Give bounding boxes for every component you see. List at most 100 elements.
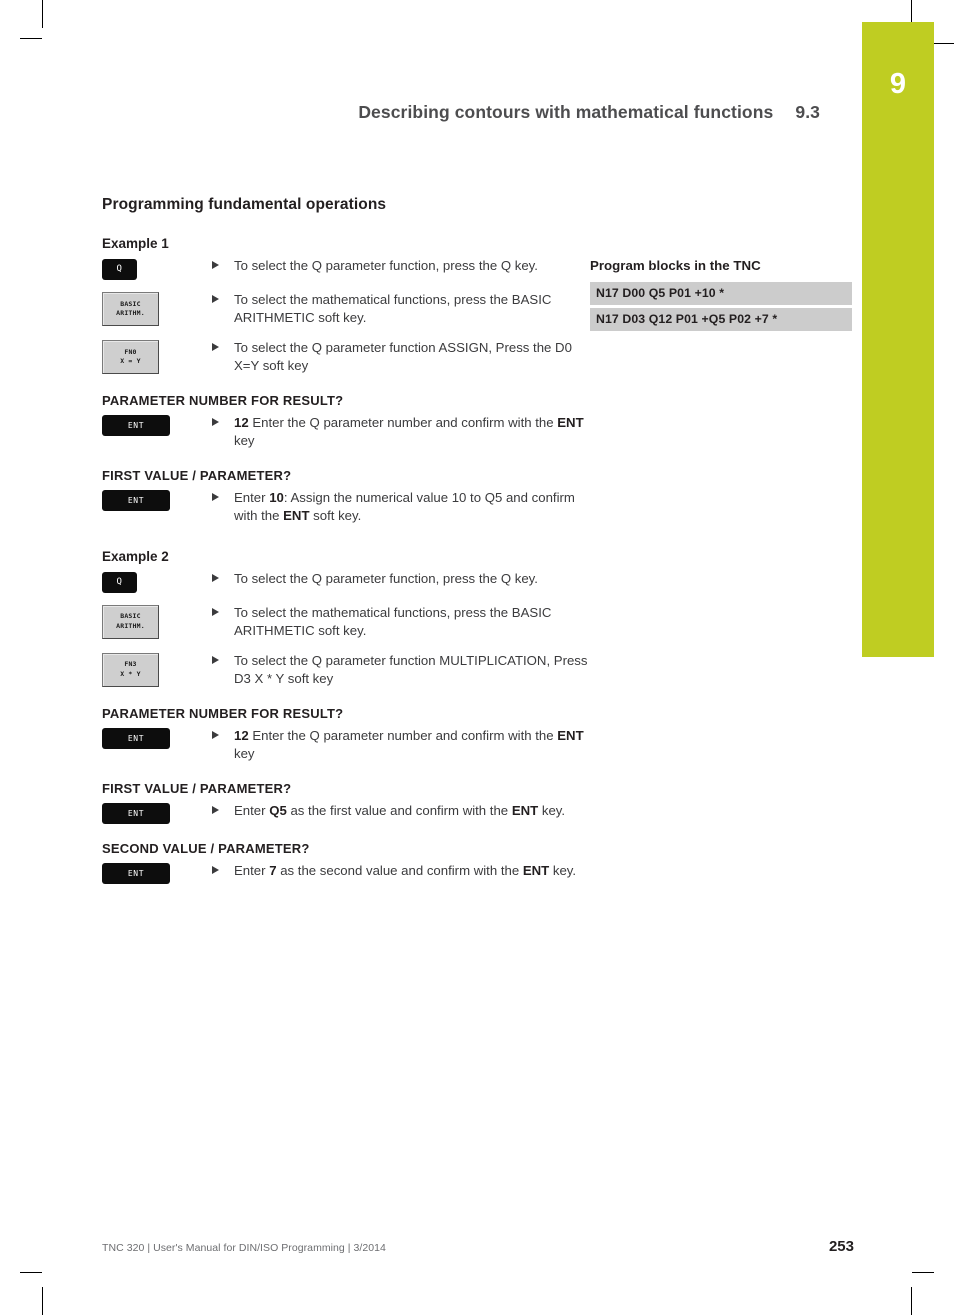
emphasis-text: 10 [269,489,284,505]
hardkey-ent[interactable]: ENT [102,489,170,511]
softkey-line-1: FN3 [124,660,137,669]
plain-text: key. [549,862,577,878]
running-head-section: 9.3 [795,102,820,122]
dialog-prompt: PARAMETER NUMBER FOR RESULT? [102,392,344,408]
key-col: FN0 X = Y [102,339,212,374]
program-blocks-title: Program blocks in the TNC [590,258,761,273]
bullet-triangle-icon [212,342,219,351]
bullet-triangle-icon [212,295,219,303]
bullet-col [212,604,234,616]
plain-text: Enter [234,489,270,505]
hardkey-q[interactable]: Q [102,571,137,593]
key-col: ENT [102,414,212,436]
plain-text: Enter the Q parameter number and confirm… [248,414,558,430]
dialog-row: ENT 12 Enter the Q parameter number and c… [102,727,854,764]
softkey-line-2: X * Y [120,669,141,678]
bullet-triangle-icon [212,805,219,814]
hardkey-ent[interactable]: ENT [102,727,170,749]
hardkey-q[interactable]: Q [102,259,137,280]
plain-text: Enter the Q parameter number and confirm… [248,727,558,743]
key-col: BASIC ARITHM. [102,604,212,639]
step-row: Q To select the Q parameter function, pre… [102,570,854,593]
program-block-row: N17 D00 Q5 P01 +10 * [590,282,852,305]
bullet-triangle-icon [212,607,219,616]
bullet-triangle-icon [212,730,219,739]
dialog-text: Enter 10: Assign the numerical value 10 … [234,489,589,526]
hardkey-ent[interactable]: ENT [102,862,170,884]
softkey-line-1: BASIC [120,299,141,308]
softkey-line-1: BASIC [120,612,141,621]
step-text: To select the Q parameter function, pres… [234,258,538,273]
plain-text: Enter [234,802,270,818]
key-col: Q [102,257,212,280]
dialog-row: ENT Enter Q5 as the first value and confi… [102,802,854,824]
chapter-tab: 9 [862,22,934,657]
bullet-col [212,652,234,664]
dialog-text: Enter Q5 as the first value and confirm … [234,802,589,820]
dialog-text: Enter 7 as the second value and confirm … [234,862,589,880]
step-text: To select the Q parameter function MULTI… [234,652,588,687]
step-text: To select the Q parameter function ASSIG… [234,339,572,374]
program-blocks-panel: Program blocks in the TNC N17 D00 Q5 P01… [590,258,852,334]
program-block-row: N17 D03 Q12 P01 +Q5 P02 +7 * [590,308,852,331]
step-row: FN3 X * Y To select the Q parameter functi… [102,652,854,689]
step-text: To select the mathematical functions, pr… [234,292,552,326]
crop-mark-top-left-vertical [42,0,43,28]
bullet-col [212,489,234,501]
key-col: Q [102,570,212,593]
dialog-row: ENT Enter 7 as the second value and confi… [102,862,854,884]
step-row: FN0 X = Y To select the Q parameter functi… [102,339,854,376]
softkey-line-1: FN0 [124,347,137,356]
emphasis-text: ENT [511,802,539,818]
softkey-line-2: X = Y [120,356,141,365]
crop-mark-top-left-horizontal [20,38,42,39]
bullet-col [212,291,234,303]
hardkey-ent[interactable]: ENT [102,414,170,436]
softkey-basic[interactable]: BASIC ARITHM. [102,292,159,326]
bullet-col [212,862,234,874]
crop-mark-bottom-right-horizontal [912,1272,934,1273]
plain-text: key. [538,802,566,818]
softkey-fn3[interactable]: FN3 X * Y [102,652,159,687]
page-footer: TNC 320 | User's Manual for DIN/ISO Prog… [102,1238,854,1255]
bullet-col [212,727,234,739]
crop-mark-top-right-horizontal [932,43,954,44]
hardkey-ent[interactable]: ENT [102,802,170,824]
plain-text: key [234,433,255,449]
step-text: To select the mathematical functions, pr… [234,604,552,639]
emphasis-text: ENT [557,727,584,743]
dialog-prompt: FIRST VALUE / PARAMETER? [102,467,292,483]
dialog-prompt: SECOND VALUE / PARAMETER? [102,840,310,856]
dialog-row: ENT Enter 10: Assign the numerical value … [102,489,854,526]
plain-text: as the first value and confirm with the [286,802,512,818]
emphasis-text: Q5 [269,802,287,818]
page-title: Programming fundamental operations [102,196,387,213]
softkey-fn0[interactable]: FN0 X = Y [102,339,159,374]
bullet-triangle-icon [212,492,219,501]
key-col: ENT [102,862,212,884]
key-col: ENT [102,489,212,511]
dialog-prompt: FIRST VALUE / PARAMETER? [102,780,292,796]
emphasis-text: 12 [234,414,249,430]
crop-mark-bottom-right-vertical [911,1287,912,1315]
running-head-title: Describing contours with mathematical fu… [358,102,774,122]
key-col: ENT [102,802,212,824]
running-head: Describing contours with mathematical fu… [0,102,820,123]
softkey-basic[interactable]: BASIC ARITHM. [102,604,159,639]
bullet-triangle-icon [212,261,219,269]
emphasis-text: 12 [234,727,249,743]
dialog-text: 12 Enter the Q parameter number and conf… [234,414,589,451]
bullet-col [212,570,234,582]
softkey-line-2: ARITHM. [116,309,145,317]
crop-mark-bottom-left-vertical [42,1287,43,1315]
example-label: Example 2 [102,548,169,564]
bullet-triangle-icon [212,573,219,582]
key-col: FN3 X * Y [102,652,212,687]
footer-text: TNC 320 | User's Manual for DIN/ISO Prog… [102,1242,386,1254]
softkey-line-2: ARITHM. [116,621,145,630]
bullet-triangle-icon [212,655,219,664]
emphasis-text: 7 [269,862,277,878]
bullet-col [212,802,234,814]
dialog-prompt: PARAMETER NUMBER FOR RESULT? [102,705,344,721]
